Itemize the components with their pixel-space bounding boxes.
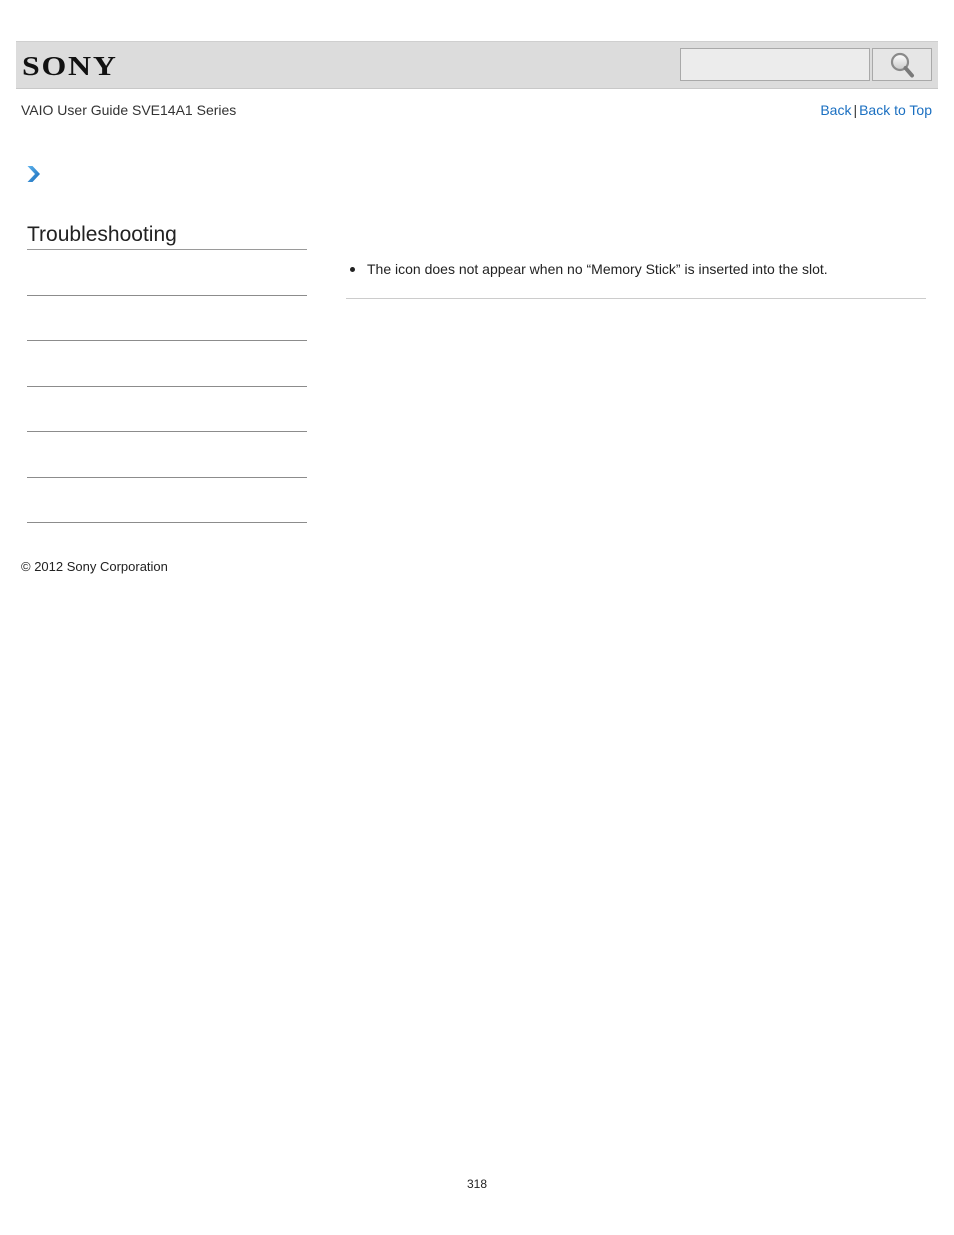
sidebar-divider [27, 386, 307, 387]
content-list: The icon does not appear when no “Memory… [348, 260, 828, 278]
guide-title: VAIO User Guide SVE14A1 Series [21, 102, 237, 118]
page-number: 318 [466, 1177, 488, 1191]
page: SONY VAIO User Guide SVE14A1 Series Back… [0, 0, 954, 1235]
back-to-top-link[interactable]: Back to Top [859, 102, 932, 118]
sidebar-divider [27, 477, 307, 478]
magnifier-icon [890, 52, 914, 78]
link-separator: | [853, 102, 858, 118]
sidebar-divider [27, 295, 307, 296]
copyright: © 2012 Sony Corporation [21, 559, 168, 574]
sony-logo[interactable]: SONY [22, 51, 118, 81]
sidebar-divider [27, 340, 307, 341]
bullet-icon [350, 267, 355, 272]
list-item-text: The icon does not appear when no “Memory… [367, 261, 828, 277]
sidebar-title: Troubleshooting [27, 223, 177, 246]
sidebar-divider [27, 522, 307, 523]
search-button[interactable] [872, 48, 932, 81]
top-links: Back | Back to Top [820, 102, 932, 119]
list-item: The icon does not appear when no “Memory… [348, 260, 828, 278]
header-bar: SONY [16, 41, 938, 89]
search-input[interactable] [680, 48, 870, 81]
back-link[interactable]: Back [820, 102, 851, 118]
chevron-right-icon[interactable] [26, 165, 42, 183]
content-divider [346, 298, 926, 299]
sidebar-divider [27, 431, 307, 432]
title-divider [27, 249, 307, 250]
